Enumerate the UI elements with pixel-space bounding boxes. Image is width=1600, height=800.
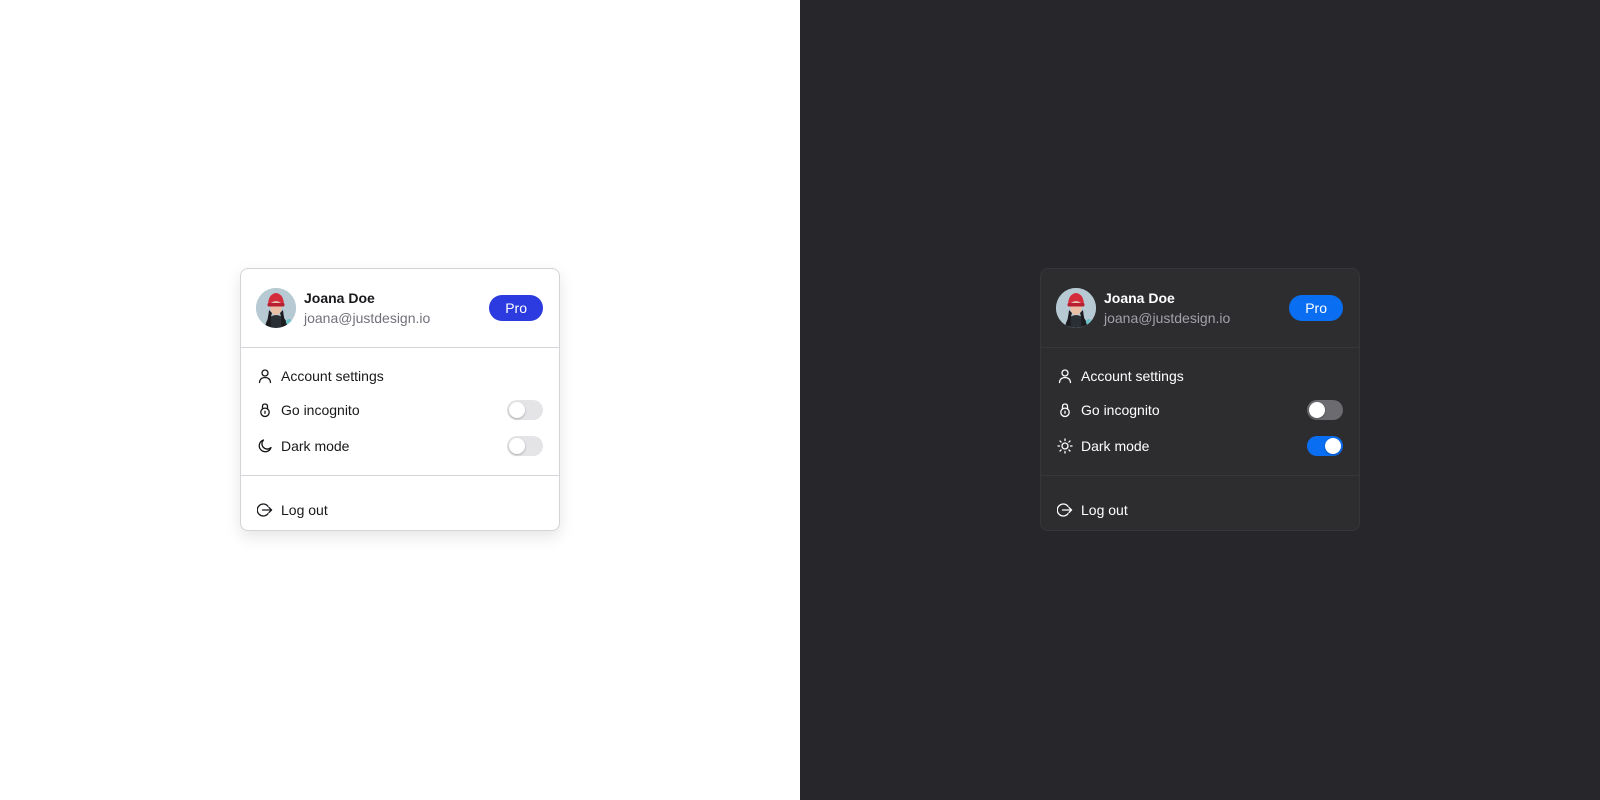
log-out-item[interactable]: Log out bbox=[1057, 493, 1343, 527]
lock-icon bbox=[257, 402, 273, 418]
menu-footer: Log out bbox=[1041, 476, 1359, 530]
user-name: Joana Doe bbox=[304, 290, 375, 306]
logout-icon bbox=[257, 502, 273, 518]
user-header: Joana Doe joana@justdesign.io Pro bbox=[1041, 269, 1359, 348]
plan-badge: Pro bbox=[489, 295, 543, 321]
go-incognito-label: Go incognito bbox=[1081, 402, 1160, 418]
moon-icon bbox=[257, 438, 273, 454]
account-settings-label: Account settings bbox=[1081, 368, 1184, 384]
lock-icon bbox=[1057, 402, 1073, 418]
dark-mode-toggle[interactable] bbox=[507, 436, 543, 456]
incognito-toggle[interactable] bbox=[507, 400, 543, 420]
user-icon bbox=[257, 368, 273, 384]
account-settings-item[interactable]: Account settings bbox=[1057, 360, 1343, 392]
user-info: Joana Doe joana@justdesign.io bbox=[1104, 288, 1289, 328]
avatar[interactable] bbox=[256, 288, 296, 328]
user-menu: Joana Doe joana@justdesign.io Pro Accoun… bbox=[1040, 268, 1360, 531]
user-email: joana@justdesign.io bbox=[304, 310, 431, 326]
sun-icon bbox=[1057, 438, 1073, 454]
go-incognito-item[interactable]: Go incognito bbox=[1057, 392, 1343, 428]
toggle-knob bbox=[1309, 402, 1325, 418]
log-out-label: Log out bbox=[1081, 502, 1128, 518]
dark-mode-item[interactable]: Dark mode bbox=[1057, 428, 1343, 464]
menu-options: Account settings Go incognito Dark mode bbox=[1041, 348, 1359, 476]
toggle-knob bbox=[509, 402, 525, 418]
incognito-toggle[interactable] bbox=[1307, 400, 1343, 420]
log-out-label: Log out bbox=[281, 502, 328, 518]
logout-icon bbox=[1057, 502, 1073, 518]
user-icon bbox=[1057, 368, 1073, 384]
avatar[interactable] bbox=[1056, 288, 1096, 328]
user-name: Joana Doe bbox=[1104, 290, 1175, 306]
dark-mode-label: Dark mode bbox=[1081, 438, 1150, 454]
toggle-knob bbox=[509, 438, 525, 454]
toggle-knob bbox=[1325, 438, 1341, 454]
user-email: joana@justdesign.io bbox=[1104, 310, 1231, 326]
go-incognito-label: Go incognito bbox=[281, 402, 360, 418]
dark-mode-item[interactable]: Dark mode bbox=[257, 428, 543, 464]
user-menu: Joana Doe joana@justdesign.io Pro Accoun… bbox=[240, 268, 560, 531]
dark-theme-panel: Joana Doe joana@justdesign.io Pro Accoun… bbox=[800, 0, 1600, 800]
user-header: Joana Doe joana@justdesign.io Pro bbox=[241, 269, 559, 348]
menu-footer: Log out bbox=[241, 476, 559, 530]
menu-options: Account settings Go incognito Dark mode bbox=[241, 348, 559, 476]
log-out-item[interactable]: Log out bbox=[257, 493, 543, 527]
plan-badge: Pro bbox=[1289, 295, 1343, 321]
go-incognito-item[interactable]: Go incognito bbox=[257, 392, 543, 428]
dark-mode-label: Dark mode bbox=[281, 438, 350, 454]
light-theme-panel: Joana Doe joana@justdesign.io Pro Accoun… bbox=[0, 0, 800, 800]
account-settings-item[interactable]: Account settings bbox=[257, 360, 543, 392]
account-settings-label: Account settings bbox=[281, 368, 384, 384]
user-info: Joana Doe joana@justdesign.io bbox=[304, 288, 489, 328]
dark-mode-toggle[interactable] bbox=[1307, 436, 1343, 456]
